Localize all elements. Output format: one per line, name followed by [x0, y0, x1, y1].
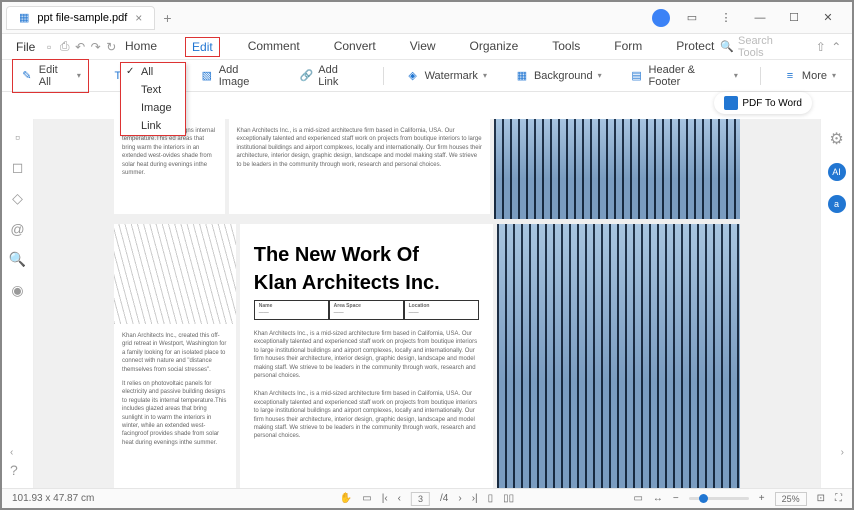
edit-all-dropdown: All Text Image Link: [120, 62, 186, 136]
print-icon[interactable]: ⎙: [57, 39, 73, 55]
document-tab[interactable]: ▦ ppt file-sample.pdf ×: [6, 6, 155, 30]
add-image-button[interactable]: ▧Add Image: [194, 61, 277, 91]
help-icon[interactable]: ?: [10, 462, 18, 478]
next-page-icon[interactable]: ›: [458, 493, 461, 504]
minimize-button[interactable]: —: [748, 6, 772, 30]
word-icon: [724, 96, 738, 110]
menu-tools[interactable]: Tools: [546, 37, 586, 57]
single-page-icon[interactable]: ▯: [488, 493, 494, 504]
comments-icon[interactable]: ◇: [12, 190, 23, 207]
more-icon[interactable]: ⋮: [714, 6, 738, 30]
watermark-button[interactable]: ◈Watermark▾: [400, 66, 493, 86]
page-total: /4: [440, 493, 448, 504]
page-table: Name—— Area Space—— Location——: [254, 300, 479, 320]
more-button[interactable]: ≡More▾: [777, 66, 842, 86]
search-icon: 🔍: [720, 40, 734, 53]
dropdown-item-image[interactable]: Image: [121, 99, 185, 117]
fit-width-icon[interactable]: ↔: [653, 493, 663, 504]
status-dimensions: 101.93 x 47.87 cm: [12, 493, 94, 504]
page-headline: The New Work Of: [254, 244, 479, 266]
translate-icon[interactable]: a: [828, 195, 846, 213]
attachments-icon[interactable]: @: [10, 221, 24, 237]
image-icon: ▧: [200, 69, 214, 83]
menu-form[interactable]: Form: [608, 37, 648, 57]
ai-assistant-icon[interactable]: AI: [828, 163, 846, 181]
search-tools[interactable]: 🔍 Search Tools: [720, 35, 799, 59]
watermark-icon: ◈: [406, 69, 420, 83]
background-icon: ▦: [515, 69, 529, 83]
link-icon: 🔗: [299, 69, 313, 83]
menu-comment[interactable]: Comment: [242, 37, 306, 57]
zoom-value[interactable]: 25%: [775, 492, 807, 506]
page-image: [497, 224, 740, 488]
file-menu[interactable]: File: [10, 40, 41, 54]
messages-icon[interactable]: ▭: [680, 6, 704, 30]
upload-icon[interactable]: ⇧: [813, 39, 829, 55]
close-window-button[interactable]: ✕: [816, 6, 840, 30]
tab-title: ppt file-sample.pdf: [37, 12, 127, 24]
undo-icon[interactable]: ↶: [72, 39, 88, 55]
hand-tool-icon[interactable]: ✋: [340, 493, 352, 504]
page-image: [114, 224, 236, 324]
dropdown-item-text[interactable]: Text: [121, 81, 185, 99]
zoom-in-icon[interactable]: +: [759, 493, 765, 504]
history-icon[interactable]: ↻: [103, 39, 119, 55]
add-link-button[interactable]: 🔗Add Link: [293, 61, 366, 91]
user-avatar[interactable]: [652, 9, 670, 27]
maximize-button[interactable]: ☐: [782, 6, 806, 30]
header-footer-icon: ▤: [630, 69, 644, 83]
save-icon[interactable]: ▫: [41, 39, 57, 55]
collapse-ribbon-icon[interactable]: ⌃: [829, 39, 845, 55]
page-number-input[interactable]: 3: [411, 492, 430, 506]
background-button[interactable]: ▦Background▾: [509, 66, 608, 86]
edit-all-button[interactable]: ✎ Edit All ▾: [14, 61, 87, 91]
pdf-to-word-button[interactable]: PDF To Word: [714, 92, 812, 114]
menu-home[interactable]: Home: [119, 37, 163, 57]
menu-protect[interactable]: Protect: [670, 37, 720, 57]
search-panel-icon[interactable]: 🔍: [9, 251, 26, 268]
menu-view[interactable]: View: [404, 37, 442, 57]
chevron-down-icon: ▾: [77, 71, 81, 80]
dropdown-item-all[interactable]: All: [121, 63, 185, 81]
last-page-icon[interactable]: ›|: [472, 493, 478, 504]
header-footer-button[interactable]: ▤Header & Footer▾: [624, 61, 744, 91]
fullscreen-icon[interactable]: ⛶: [835, 493, 842, 504]
document-viewport[interactable]: of passive building designs internal tem…: [34, 119, 820, 488]
zoom-slider[interactable]: [689, 497, 749, 500]
menu-convert[interactable]: Convert: [328, 37, 382, 57]
menu-edit[interactable]: Edit: [185, 37, 220, 57]
dropdown-item-link[interactable]: Link: [121, 117, 185, 135]
zoom-out-icon[interactable]: −: [673, 493, 679, 504]
close-tab-icon[interactable]: ×: [135, 11, 142, 25]
first-page-icon[interactable]: |‹: [382, 493, 388, 504]
settings-icon[interactable]: ⚙: [829, 129, 843, 149]
menu-organize[interactable]: Organize: [464, 37, 525, 57]
redo-icon[interactable]: ↷: [88, 39, 104, 55]
pencil-icon: ✎: [20, 69, 34, 83]
bookmarks-icon[interactable]: ◻: [12, 159, 24, 176]
continuous-icon[interactable]: ▯▯: [503, 493, 514, 504]
read-mode-icon[interactable]: ▭: [633, 493, 642, 504]
prev-page-icon[interactable]: ‹: [398, 493, 401, 504]
more-icon: ≡: [783, 69, 797, 83]
select-tool-icon[interactable]: ▭: [362, 493, 371, 504]
page-headline: Klan Architects Inc.: [254, 272, 479, 294]
page-image: [494, 119, 740, 219]
layers-icon[interactable]: ◉: [11, 282, 23, 299]
scroll-right-icon[interactable]: ›: [841, 447, 844, 458]
fit-page-icon[interactable]: ⊡: [817, 493, 825, 504]
new-tab-button[interactable]: +: [163, 10, 171, 26]
thumbnails-icon[interactable]: ▫: [15, 129, 20, 145]
scroll-left-icon[interactable]: ‹: [10, 447, 13, 458]
